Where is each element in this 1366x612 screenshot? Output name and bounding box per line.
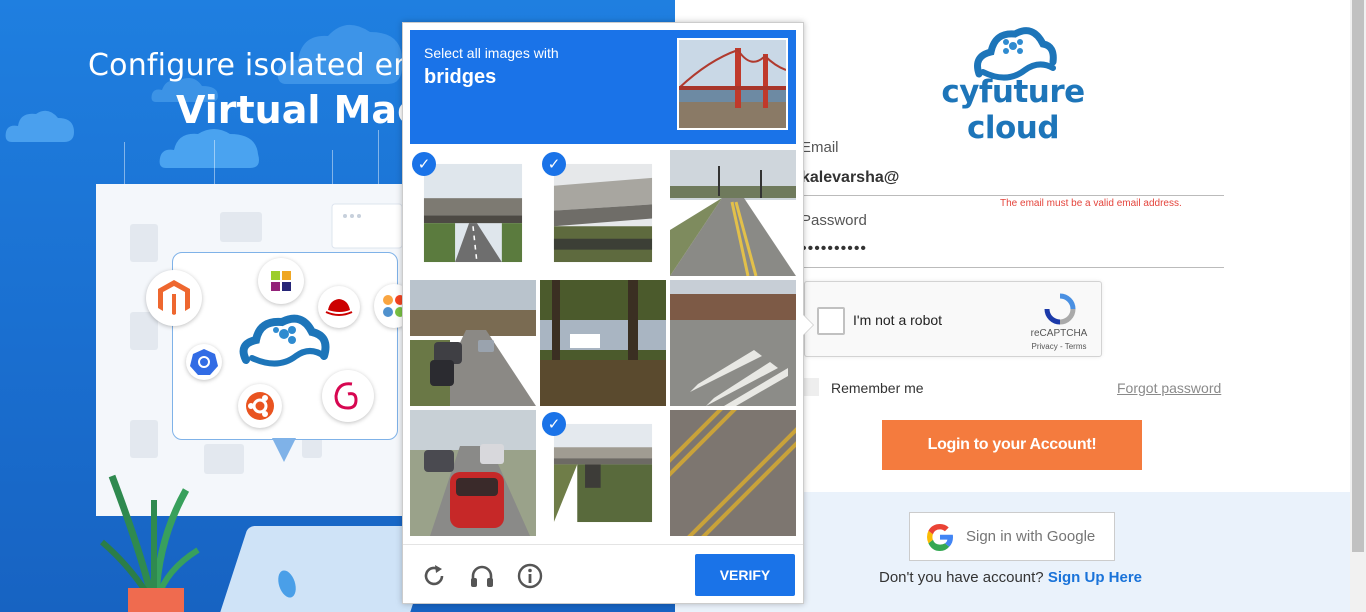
remember-me-label: Remember me — [831, 380, 924, 396]
email-label: Email — [801, 139, 839, 156]
password-label: Password — [801, 212, 867, 229]
signup-prompt: Don't you have account? Sign Up Here — [879, 569, 1142, 586]
recaptcha-label: I'm not a robot — [853, 312, 943, 328]
recaptcha-brand: reCAPTCHA — [1030, 328, 1088, 339]
scrollbar-thumb[interactable] — [1352, 0, 1364, 552]
divider — [378, 130, 379, 186]
kubernetes-icon — [186, 344, 222, 380]
illustration-stand — [218, 475, 368, 499]
challenge-tile-overpass[interactable]: ✓ — [410, 150, 536, 276]
challenge-tile-road-lines[interactable] — [670, 410, 796, 536]
password-field[interactable]: •••••••••• — [801, 240, 1221, 258]
recaptcha-logo-icon — [1044, 293, 1076, 325]
challenge-footer: VERIFY — [403, 544, 803, 604]
recaptcha-widget: I'm not a robot reCAPTCHA Privacy - Term… — [804, 281, 1102, 357]
plant-pot — [128, 588, 184, 612]
google-signin-label: Sign in with Google — [966, 528, 1096, 545]
debian-icon — [322, 370, 374, 422]
challenge-sample-image — [677, 38, 788, 130]
challenge-tile-traffic-red-car[interactable] — [410, 410, 536, 536]
plant-illustration — [100, 474, 200, 600]
challenge-tile-road-intersection[interactable] — [670, 150, 796, 276]
brand-name: cyfuture cloud — [941, 74, 1085, 146]
ubuntu-icon — [238, 384, 282, 428]
signup-link[interactable]: Sign Up Here — [1048, 569, 1142, 586]
recaptcha-checkbox[interactable] — [817, 307, 845, 335]
challenge-target: bridges — [424, 66, 497, 88]
challenge-pointer — [803, 315, 813, 335]
verify-button[interactable]: VERIFY — [695, 554, 795, 596]
challenge-tile-trees-lake[interactable] — [540, 280, 666, 406]
reload-icon[interactable] — [420, 562, 448, 590]
email-error-message: The email must be a valid email address. — [1000, 198, 1182, 209]
promo-headline: Configure isolated envi — [88, 48, 439, 83]
challenge-tile-bridge-underside[interactable]: ✓ — [540, 150, 666, 276]
challenge-tile-crosswalk[interactable] — [670, 280, 796, 406]
divider — [124, 142, 125, 186]
remember-me-checkbox[interactable] — [804, 378, 819, 396]
centos-icon — [258, 258, 304, 304]
challenge-header: Select all images with bridges — [410, 30, 796, 144]
google-icon — [927, 523, 953, 551]
mouse-illustration — [278, 570, 296, 598]
cyfuture-cloud-icon — [239, 314, 330, 367]
signup-prompt-text: Don't you have account? — [879, 569, 1044, 586]
recaptcha-challenge: Select all images with bridges ✓ ✓ ✓ VER… — [402, 22, 804, 604]
google-signin-button[interactable]: Sign in with Google — [909, 512, 1115, 561]
divider — [332, 150, 333, 186]
info-icon[interactable] — [516, 562, 544, 590]
password-underline — [801, 267, 1224, 268]
cloud-decoration — [5, 110, 75, 142]
magento-icon — [146, 270, 202, 326]
email-underline — [801, 195, 1224, 196]
cloud-hub-pointer — [272, 438, 296, 462]
challenge-tile-street-cars[interactable] — [410, 280, 536, 406]
divider — [214, 140, 215, 186]
email-field[interactable] — [801, 167, 1221, 189]
selected-check-icon: ✓ — [412, 152, 436, 176]
challenge-instruction: Select all images with — [424, 45, 559, 61]
selected-check-icon: ✓ — [542, 152, 566, 176]
forgot-password-link[interactable]: Forgot password — [1117, 380, 1221, 396]
redhat-icon — [318, 286, 360, 328]
headphones-icon[interactable] — [468, 562, 496, 590]
selected-check-icon: ✓ — [542, 412, 566, 436]
login-button[interactable]: Login to your Account! — [882, 420, 1142, 470]
challenge-tile-overpass-grass[interactable]: ✓ — [540, 410, 666, 536]
recaptcha-privacy-terms[interactable]: Privacy - Terms — [1029, 342, 1089, 351]
